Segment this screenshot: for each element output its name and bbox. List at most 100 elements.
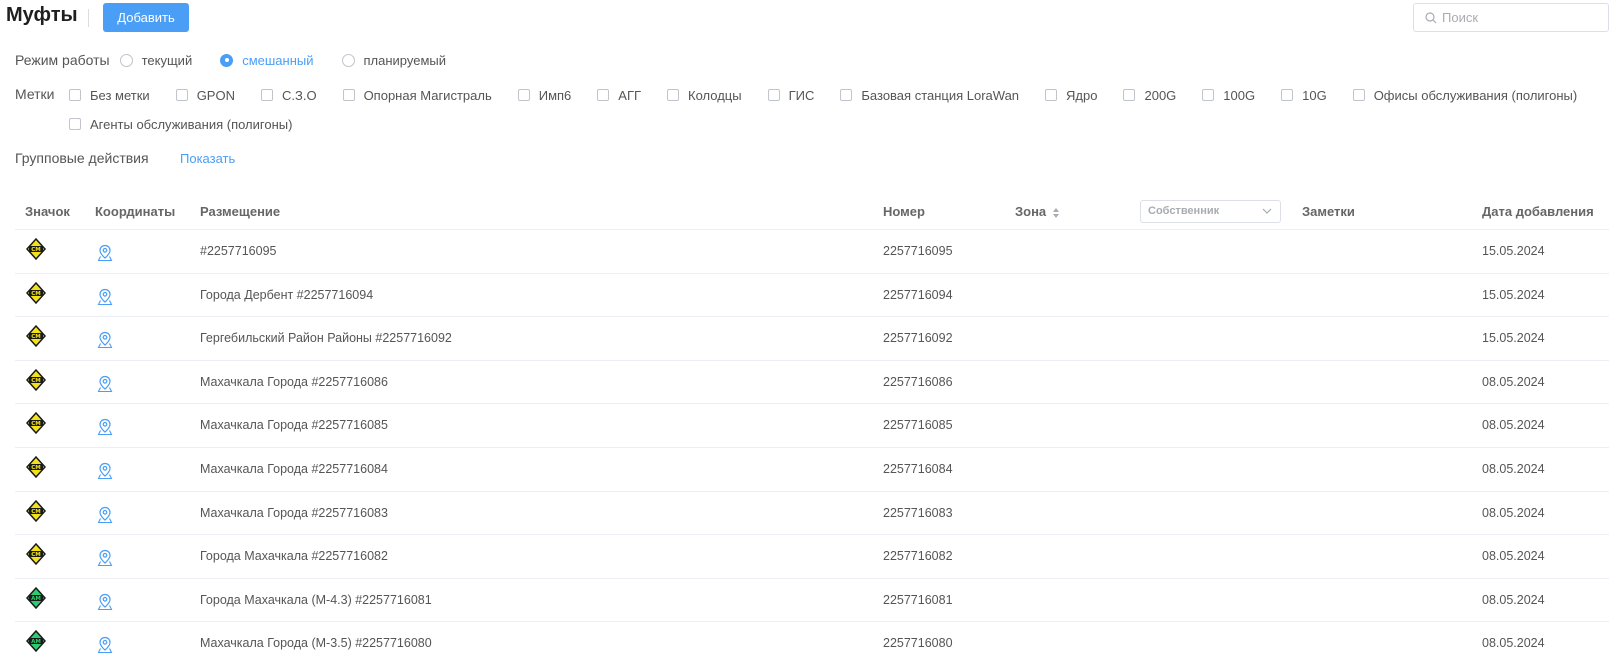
radio-icon[interactable] bbox=[119, 53, 133, 67]
coupling-badge-icon: СМ bbox=[26, 281, 46, 304]
location-pin-icon[interactable] bbox=[97, 244, 113, 262]
location-pin-icon[interactable] bbox=[97, 593, 113, 611]
cell-placement: Гергебильский Район Районы #2257716092 bbox=[200, 331, 452, 346]
add-button[interactable]: Добавить bbox=[103, 3, 189, 32]
badge-label: АМ bbox=[31, 596, 41, 602]
checkbox-icon[interactable] bbox=[1281, 89, 1294, 101]
checkbox-icon[interactable] bbox=[1045, 89, 1058, 101]
location-pin-icon[interactable] bbox=[97, 288, 113, 306]
checkbox-icon[interactable] bbox=[517, 89, 530, 101]
table-row[interactable]: СМ Города Махачкала #2257716082 2257716082… bbox=[15, 535, 1609, 579]
coupling-badge-icon: СМ bbox=[26, 499, 46, 522]
cell-placement: Города Махачкала #2257716082 bbox=[200, 549, 388, 564]
tag-service-offices[interactable]: Офисы обслуживания (полигоны) bbox=[1352, 88, 1577, 103]
table-row[interactable]: СМ Махачкала Города #2257716085 2257716085… bbox=[15, 404, 1609, 448]
table-row[interactable]: АМ Города Махачкала (М-4.3) #2257716081 22… bbox=[15, 579, 1609, 623]
cell-number: 2257716092 bbox=[883, 331, 953, 346]
mode-option-current[interactable]: текущий bbox=[119, 53, 192, 68]
location-pin-icon[interactable] bbox=[97, 462, 113, 480]
search-box[interactable] bbox=[1413, 3, 1609, 32]
cell-date: 15.05.2024 bbox=[1482, 331, 1545, 346]
table-row[interactable]: СМ Махачкала Города #2257716084 2257716084… bbox=[15, 448, 1609, 492]
tag-szo[interactable]: С.З.О bbox=[260, 88, 317, 103]
checkbox-icon[interactable] bbox=[342, 89, 355, 101]
tag-label: Опорная Магистраль bbox=[363, 87, 492, 103]
tag-core[interactable]: Ядро bbox=[1045, 88, 1097, 103]
location-pin-icon[interactable] bbox=[97, 418, 113, 436]
location-pin-icon[interactable] bbox=[97, 331, 113, 349]
badge-label: АМ bbox=[31, 639, 41, 645]
mode-option-mixed[interactable]: смешанный bbox=[220, 53, 314, 68]
radio-icon[interactable] bbox=[341, 53, 355, 67]
table-row[interactable]: АМ Махачкала Города (М-3.5) #2257716080 22… bbox=[15, 622, 1609, 665]
checkbox-icon[interactable] bbox=[1202, 89, 1215, 101]
tag-gis[interactable]: ГИС bbox=[767, 88, 814, 103]
cell-date: 08.05.2024 bbox=[1482, 374, 1545, 389]
badge-label: СМ bbox=[31, 378, 41, 384]
checkbox-icon[interactable] bbox=[69, 118, 81, 130]
tag-label: Имп6 bbox=[538, 87, 572, 103]
table-row[interactable]: СМ Махачкала Города #2257716086 2257716086… bbox=[15, 361, 1609, 405]
coupling-badge-icon: СМ bbox=[26, 412, 46, 435]
table-header: Значок Координаты Размещение Номер Зона … bbox=[15, 192, 1609, 230]
table-row[interactable]: СМ Махачкала Города #2257716083 2257716083… bbox=[15, 492, 1609, 536]
checkbox-icon[interactable] bbox=[767, 89, 780, 101]
table-row[interactable]: СМ Города Дербент #2257716094 2257716094 15… bbox=[15, 274, 1609, 318]
coupling-badge-icon: СМ bbox=[26, 325, 46, 348]
tag-wells[interactable]: Колодцы bbox=[667, 88, 742, 103]
checkbox-icon[interactable] bbox=[1352, 89, 1365, 101]
tag-label: 100G bbox=[1223, 87, 1256, 103]
tag-service-agents[interactable]: Агенты обслуживания (полигоны) bbox=[69, 117, 292, 132]
tag-imp6[interactable]: Имп6 bbox=[517, 87, 572, 103]
tag-200g[interactable]: 200G bbox=[1123, 88, 1176, 103]
table-row[interactable]: СМ #2257716095 2257716095 15.05.2024 bbox=[15, 230, 1609, 274]
tag-agg[interactable]: АГГ bbox=[597, 88, 641, 103]
checkbox-icon[interactable] bbox=[260, 89, 273, 101]
mode-option-planned[interactable]: планируемый bbox=[341, 53, 446, 68]
tags-row-1: Без метки GPON С.З.О Опорная Магистраль … bbox=[69, 86, 1577, 104]
cell-date: 15.05.2024 bbox=[1482, 244, 1545, 258]
tag-10g[interactable]: 10G bbox=[1281, 88, 1327, 103]
badge-label: СМ bbox=[31, 291, 41, 297]
tag-label: 200G bbox=[1144, 87, 1177, 103]
coupling-badge-icon: СМ bbox=[26, 238, 46, 260]
tag-backbone[interactable]: Опорная Магистраль bbox=[342, 87, 492, 103]
cell-number: 2257716084 bbox=[883, 461, 953, 476]
owner-filter-select[interactable]: Собственник bbox=[1140, 200, 1281, 223]
checkbox-icon[interactable] bbox=[69, 89, 81, 101]
badge-label: СМ bbox=[31, 334, 41, 340]
tag-no-tag[interactable]: Без метки bbox=[69, 88, 150, 103]
checkbox-icon[interactable] bbox=[840, 89, 853, 101]
tag-gpon[interactable]: GPON bbox=[175, 87, 235, 103]
table-body: СМ #2257716095 2257716095 15.05.2024 СМ Город… bbox=[15, 230, 1609, 665]
cell-number: 2257716086 bbox=[883, 374, 953, 389]
checkbox-icon[interactable] bbox=[667, 89, 680, 101]
table-row[interactable]: СМ Гергебильский Район Районы #2257716092… bbox=[15, 317, 1609, 361]
location-pin-icon[interactable] bbox=[97, 375, 113, 393]
location-pin-icon[interactable] bbox=[97, 636, 113, 654]
cell-date: 15.05.2024 bbox=[1482, 287, 1545, 302]
search-input[interactable] bbox=[1442, 7, 1602, 28]
cell-number: 2257716094 bbox=[883, 287, 953, 302]
tag-lorawan[interactable]: Базовая станция LoraWan bbox=[840, 88, 1019, 103]
checkbox-icon[interactable] bbox=[175, 89, 188, 101]
col-zone[interactable]: Зона bbox=[1015, 204, 1060, 219]
radio-checked-icon[interactable] bbox=[220, 53, 234, 67]
coupling-badge-icon: АМ bbox=[26, 586, 46, 609]
cell-placement: Махачкала Города (М-3.5) #2257716080 bbox=[200, 636, 432, 651]
chevron-down-icon bbox=[1262, 208, 1272, 214]
owner-filter-placeholder: Собственник bbox=[1148, 205, 1220, 217]
checkbox-icon[interactable] bbox=[597, 89, 610, 101]
tag-label: GPON bbox=[196, 87, 235, 103]
group-actions-show-link[interactable]: Показать bbox=[180, 151, 235, 166]
col-placement: Размещение bbox=[200, 204, 281, 219]
tag-label: 10G bbox=[1302, 87, 1327, 103]
sort-icon[interactable] bbox=[1052, 207, 1060, 219]
tags-label: Метки bbox=[15, 86, 55, 102]
title-divider bbox=[88, 9, 89, 27]
cell-number: 2257716095 bbox=[883, 244, 953, 258]
location-pin-icon[interactable] bbox=[97, 506, 113, 524]
tag-100g[interactable]: 100G bbox=[1202, 88, 1255, 103]
checkbox-icon[interactable] bbox=[1123, 89, 1136, 101]
location-pin-icon[interactable] bbox=[97, 549, 113, 567]
